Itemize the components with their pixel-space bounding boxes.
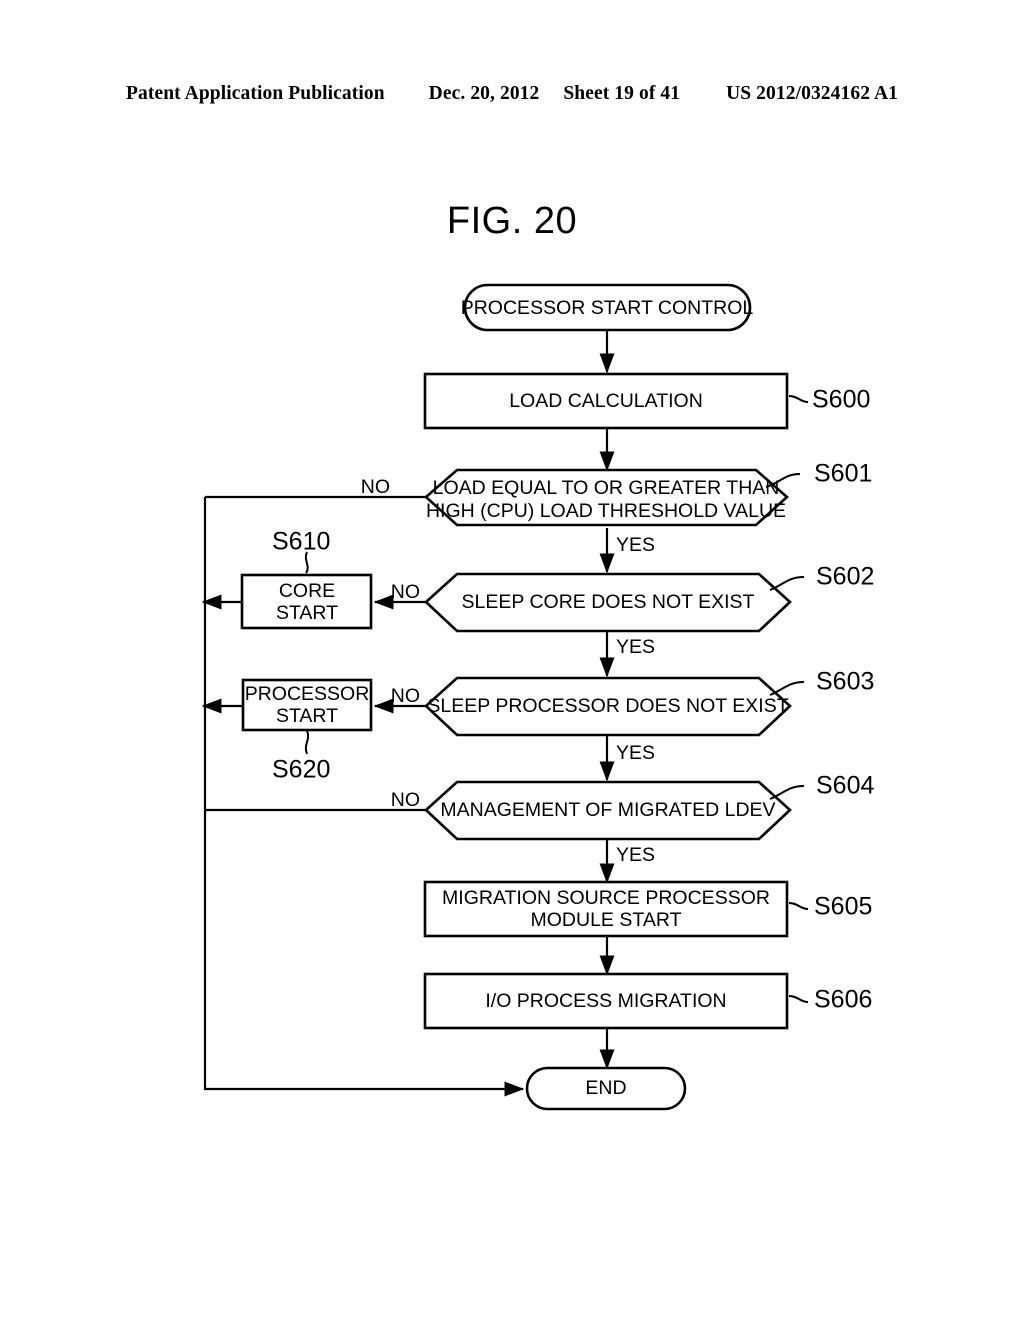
step-label-s603: S603 <box>816 668 874 696</box>
step-label-s606: S606 <box>814 986 872 1014</box>
node-s601-label-line1: LOAD EQUAL TO OR GREATER THAN <box>433 477 780 499</box>
node-s601-label-line2: HIGH (CPU) LOAD THRESHOLD VALUE <box>426 500 786 522</box>
node-s620-label-line2: START <box>276 705 338 727</box>
node-s620-label-line1: PROCESSOR <box>245 683 370 705</box>
branch-label-yes-s604: YES <box>616 844 655 866</box>
branch-label-yes-s603: YES <box>616 742 655 764</box>
node-s605-label-line1: MIGRATION SOURCE PROCESSOR <box>442 887 770 909</box>
step-label-s620: S620 <box>272 756 330 784</box>
node-s610-label-line2: START <box>276 602 338 624</box>
node-s600-label: LOAD CALCULATION <box>509 390 703 412</box>
end-terminal-label: END <box>585 1077 626 1099</box>
node-s610-label-line1: CORE <box>279 580 335 602</box>
branch-label-yes-s602: YES <box>616 636 655 658</box>
branch-label-no-s603: NO <box>391 685 420 707</box>
patent-drawing-page: Patent Application Publication Dec. 20, … <box>0 0 1024 1320</box>
leader-s600 <box>788 395 809 403</box>
node-s604-label: MANAGEMENT OF MIGRATED LDEV <box>440 799 775 821</box>
step-label-s610: S610 <box>272 528 330 556</box>
leader-s602 <box>769 576 805 591</box>
node-s605-label-line2: MODULE START <box>531 909 682 931</box>
step-label-s604: S604 <box>816 772 874 800</box>
branch-label-no-s602: NO <box>391 581 420 603</box>
branch-label-no-s604: NO <box>391 789 420 811</box>
step-label-s601: S601 <box>814 460 872 488</box>
step-label-s605: S605 <box>814 893 872 921</box>
leader-s620 <box>304 730 310 755</box>
start-terminal-label: PROCESSOR START CONTROL <box>461 297 754 319</box>
step-label-s600: S600 <box>812 386 870 414</box>
leader-s605 <box>788 902 809 910</box>
leader-s604 <box>769 785 805 800</box>
step-label-s602: S602 <box>816 563 874 591</box>
node-s603-label: SLEEP PROCESSOR DOES NOT EXIST <box>427 695 788 717</box>
node-s606-label: I/O PROCESS MIGRATION <box>485 990 726 1012</box>
leader-s606 <box>788 995 809 1003</box>
branch-label-no-s601: NO <box>361 476 390 498</box>
flowchart-diagram: PROCESSOR START CONTROL END LOAD CALCULA… <box>201 283 874 1111</box>
node-s602-label: SLEEP CORE DOES NOT EXIST <box>462 591 755 613</box>
branch-label-yes-s601: YES <box>616 534 655 556</box>
leader-s603 <box>769 681 805 696</box>
